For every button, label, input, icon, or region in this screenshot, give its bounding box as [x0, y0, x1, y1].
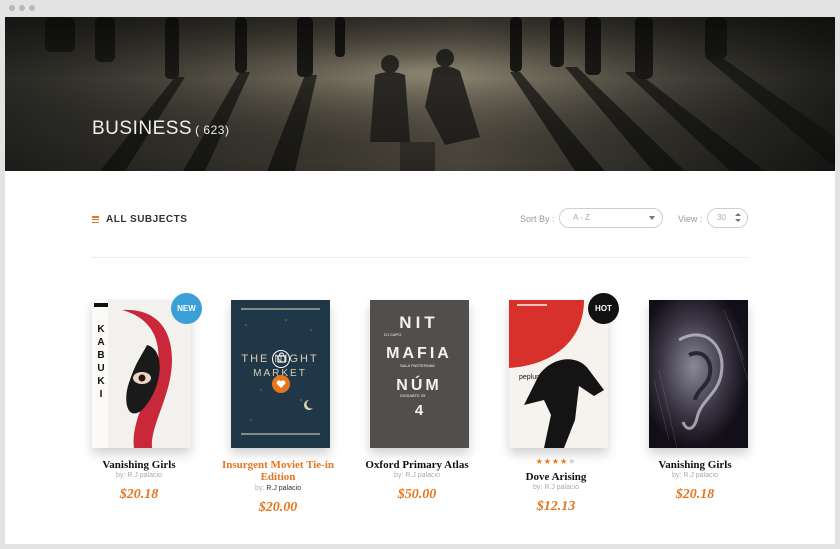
category-name: BUSINESS — [92, 118, 193, 139]
svg-text:SALA PASTERNAK: SALA PASTERNAK — [400, 363, 435, 368]
view-value: 30 — [717, 213, 726, 222]
svg-text:KABUKI: KABUKI — [97, 324, 105, 400]
view-count-select[interactable]: 30 — [707, 208, 748, 228]
product-title[interactable]: Vanishing Girls — [630, 459, 760, 471]
chevron-down-icon — [735, 219, 741, 222]
svg-text:DISSABTE 25: DISSABTE 25 — [400, 393, 426, 398]
product-title[interactable]: Oxford Primary Atlas — [352, 459, 482, 471]
hot-badge: HOT — [588, 293, 619, 324]
hero-photo — [5, 17, 835, 171]
window-dot[interactable] — [19, 5, 25, 11]
product-author: by: R.J palacio — [533, 484, 579, 491]
bag-icon[interactable] — [272, 350, 290, 368]
svg-text:peplum: peplum — [519, 374, 542, 381]
category-title: BUSINESS( 623) — [92, 118, 229, 140]
svg-text:MAFIA: MAFIA — [386, 345, 452, 362]
product-price: $50.00 — [397, 487, 437, 502]
sort-by-label: Sort By : — [520, 214, 555, 224]
window-dot[interactable] — [29, 5, 35, 11]
all-subjects-label: ALL SUBJECTS — [106, 214, 188, 225]
browser-window: BUSINESS( 623) ALL SUBJECTS Sort By : A … — [0, 0, 840, 549]
window-controls — [9, 5, 35, 11]
heart-icon[interactable] — [272, 375, 290, 393]
hero-banner: BUSINESS( 623) — [5, 17, 835, 171]
product-author: by: R.J palacio — [255, 485, 301, 492]
book-cover[interactable]: KABUKI — [92, 300, 191, 448]
product-price: $20.00 — [258, 500, 298, 515]
product-title[interactable]: Vanishing Girls — [74, 459, 204, 471]
book-cover[interactable]: peplum — [509, 300, 608, 448]
chevron-down-icon — [649, 216, 655, 220]
product-author: by: R.J palacio — [116, 472, 162, 479]
book-cover[interactable]: NIT MAFIA NÚM 4 DJ CAPO SALA PASTERNAK D… — [370, 300, 469, 448]
svg-text:DJ CAPO: DJ CAPO — [384, 332, 401, 337]
divider — [92, 257, 748, 258]
star-icon: ★★★★ — [535, 457, 569, 466]
chevron-up-icon — [735, 213, 741, 216]
window-dot[interactable] — [9, 5, 15, 11]
category-count: ( 623) — [195, 123, 230, 137]
svg-text:NIT: NIT — [399, 313, 438, 332]
product-price: $12.13 — [536, 499, 576, 514]
product-title[interactable]: Dove Arising — [491, 471, 621, 483]
product-title[interactable]: Insurgent Moviet Tie-in Edition — [213, 459, 343, 483]
all-subjects-button[interactable]: ALL SUBJECTS — [92, 214, 187, 225]
sort-value: A - Z — [573, 213, 590, 222]
book-cover[interactable] — [649, 300, 748, 448]
svg-text:4: 4 — [415, 402, 424, 419]
new-badge: NEW — [171, 293, 202, 324]
book-cover[interactable]: THE NIGHT MARKET — [231, 300, 330, 448]
page: BUSINESS( 623) ALL SUBJECTS Sort By : A … — [5, 17, 835, 544]
product-author: by: R.J palacio — [672, 472, 718, 479]
svg-text:NÚM: NÚM — [396, 375, 441, 394]
product-price: $20.18 — [119, 487, 159, 502]
star-icon: ★ — [568, 457, 577, 466]
view-label: View : — [678, 214, 703, 224]
product-price: $20.18 — [675, 487, 715, 502]
rating-stars: ★★★★★ — [491, 457, 621, 466]
menu-icon — [92, 216, 99, 223]
sort-select[interactable]: A - Z — [559, 208, 663, 228]
product-author: by: R.J palacio — [394, 472, 440, 479]
